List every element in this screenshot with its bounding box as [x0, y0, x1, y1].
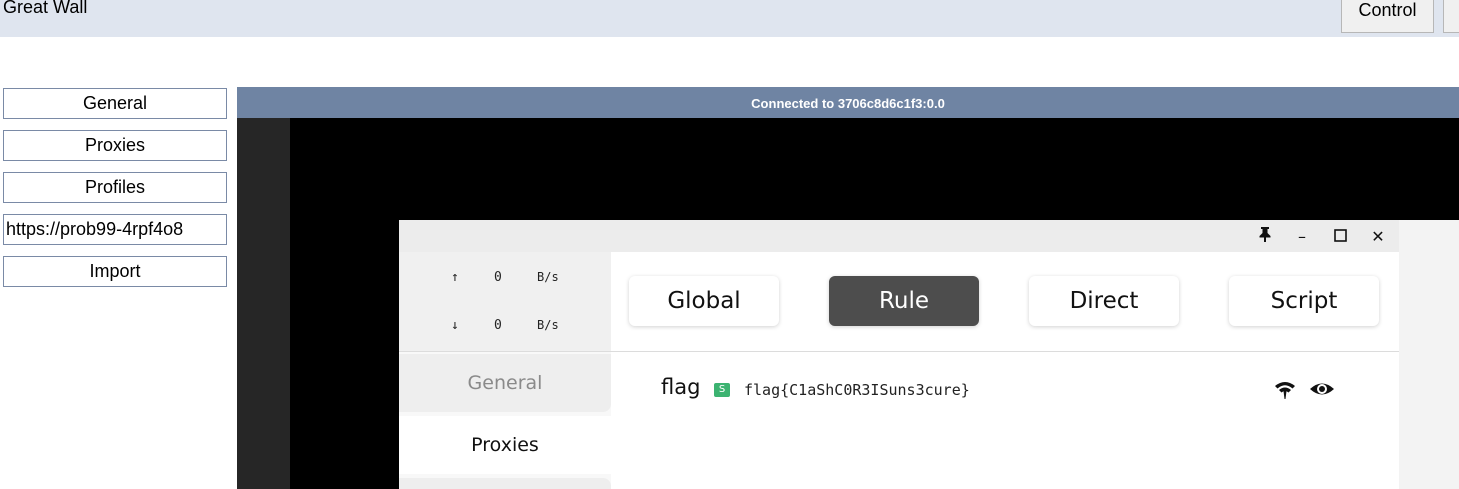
clash-nav-next[interactable]	[399, 478, 611, 489]
maximize-icon[interactable]	[1329, 226, 1351, 248]
upload-arrow-icon: ↑	[451, 270, 459, 285]
clash-titlebar: – ✕	[399, 220, 1399, 252]
clash-window: – ✕ ↑ 0 B/s ↓ 0 B/s General Proxies Glob…	[399, 220, 1459, 489]
app-header: Great Wall Control	[0, 0, 1459, 37]
mode-direct-button[interactable]: Direct	[1029, 276, 1179, 326]
clash-main: Global Rule Direct Script flag S flag{C1…	[611, 252, 1399, 489]
menu-general[interactable]: General	[3, 88, 227, 119]
clash-sidebar: ↑ 0 B/s ↓ 0 B/s General Proxies	[399, 252, 611, 489]
vnc-screen[interactable]: – ✕ ↑ 0 B/s ↓ 0 B/s General Proxies Glob…	[237, 118, 1459, 489]
remote-desktop-panel	[237, 118, 290, 489]
proxy-selected-node: flag{C1aShC0R3ISuns3cure}	[744, 381, 970, 399]
menu-proxies[interactable]: Proxies	[3, 130, 227, 161]
wifi-test-icon[interactable]	[1273, 377, 1297, 401]
mode-global-button[interactable]: Global	[629, 276, 779, 326]
mode-rule-button[interactable]: Rule	[829, 276, 979, 326]
upload-value: 0	[494, 270, 502, 285]
menu-import[interactable]: Import	[3, 256, 227, 287]
download-unit: B/s	[537, 318, 559, 332]
proxy-type-badge: S	[714, 383, 730, 397]
mode-script-button[interactable]: Script	[1229, 276, 1379, 326]
mode-selector: Global Rule Direct Script	[611, 252, 1399, 352]
header-extra-button[interactable]	[1443, 0, 1459, 33]
minimize-icon[interactable]: –	[1291, 226, 1313, 248]
eye-icon[interactable]	[1309, 377, 1335, 401]
app-title: Great Wall	[3, 0, 88, 17]
control-button[interactable]: Control	[1341, 0, 1434, 33]
clash-nav-general[interactable]: General	[399, 354, 611, 412]
clash-nav-proxies[interactable]: Proxies	[399, 416, 611, 474]
proxy-group-name: flag	[661, 375, 701, 399]
vnc-status-bar: Connected to 3706c8d6c1f3:0.0	[237, 87, 1459, 118]
menu-profiles[interactable]: Profiles	[3, 172, 227, 203]
proxy-group-row[interactable]: flag S flag{C1aShC0R3ISuns3cure}	[611, 352, 1399, 422]
clash-right-edge	[1399, 220, 1459, 489]
menu-profile-url[interactable]: https://prob99-4rpf4o8	[3, 214, 227, 245]
download-arrow-icon: ↓	[451, 318, 459, 333]
traffic-monitor: ↑ 0 B/s ↓ 0 B/s	[399, 252, 611, 352]
pin-icon[interactable]	[1254, 226, 1276, 248]
download-value: 0	[494, 318, 502, 333]
upload-unit: B/s	[537, 270, 559, 284]
close-icon[interactable]: ✕	[1367, 226, 1389, 248]
